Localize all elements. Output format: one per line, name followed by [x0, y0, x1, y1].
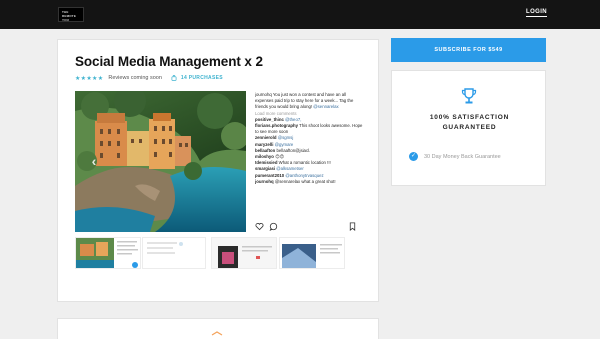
product-title: Social Media Management x 2: [75, 54, 263, 69]
post-actions: [255, 222, 359, 232]
satisfaction-title: 100% SATISFACTION GUARANTEED: [429, 114, 510, 131]
thumbnail[interactable]: [279, 237, 345, 269]
section-icon: [211, 331, 223, 336]
comment-icon[interactable]: [269, 222, 278, 231]
check-circle-icon: ✓: [409, 152, 418, 161]
logo[interactable]: THE REMOTE YOU: [58, 7, 84, 22]
logo-line-3: YOU: [62, 18, 70, 22]
money-back-guarantee: ✓ 30 Day Money Back Guarantee: [409, 152, 501, 161]
guarantee-text: 30 Day Money Back Guarantee: [424, 153, 501, 160]
thumbnail[interactable]: [211, 237, 277, 269]
subscribe-button[interactable]: SUBSCRIBE FOR $549: [391, 38, 546, 62]
thumbnail[interactable]: [75, 237, 141, 269]
coastal-village-image: [75, 91, 246, 232]
chevron-left-icon[interactable]: ‹: [89, 153, 99, 169]
purchases-count: 14 PURCHASES: [180, 75, 223, 81]
product-meta: ★★★★★ Reviews coming soon 14 PURCHASES: [75, 74, 223, 82]
shopping-bag-icon: [171, 75, 177, 81]
instagram-post-preview: ‹ › journohq You just won a contest and …: [75, 91, 363, 272]
post-comments: journohq You just won a contest and have…: [255, 92, 363, 214]
top-nav: THE REMOTE YOU LOGIN: [0, 0, 600, 29]
post-photo[interactable]: ‹ ›: [75, 91, 246, 232]
secondary-card: [57, 318, 379, 339]
satisfaction-card: 100% SATISFACTION GUARANTEED ✓ 30 Day Mo…: [391, 70, 546, 186]
reviews-text: Reviews coming soon: [108, 75, 162, 81]
bookmark-icon[interactable]: [348, 222, 357, 231]
product-card: Social Media Management x 2 ★★★★★ Review…: [57, 39, 379, 302]
rating-stars: ★★★★★: [75, 75, 104, 82]
trophy-icon: [461, 88, 477, 104]
heart-icon[interactable]: [255, 222, 264, 231]
thumbnail[interactable]: [142, 237, 206, 269]
login-link[interactable]: LOGIN: [526, 9, 547, 17]
comment: journohq @sennarelax what a great shot!: [255, 178, 336, 184]
comment: florians.photography This shoot looks aw…: [255, 123, 363, 135]
caption: journohq You just won a contest and have…: [255, 92, 354, 110]
thumbnail-strip: [75, 237, 361, 269]
